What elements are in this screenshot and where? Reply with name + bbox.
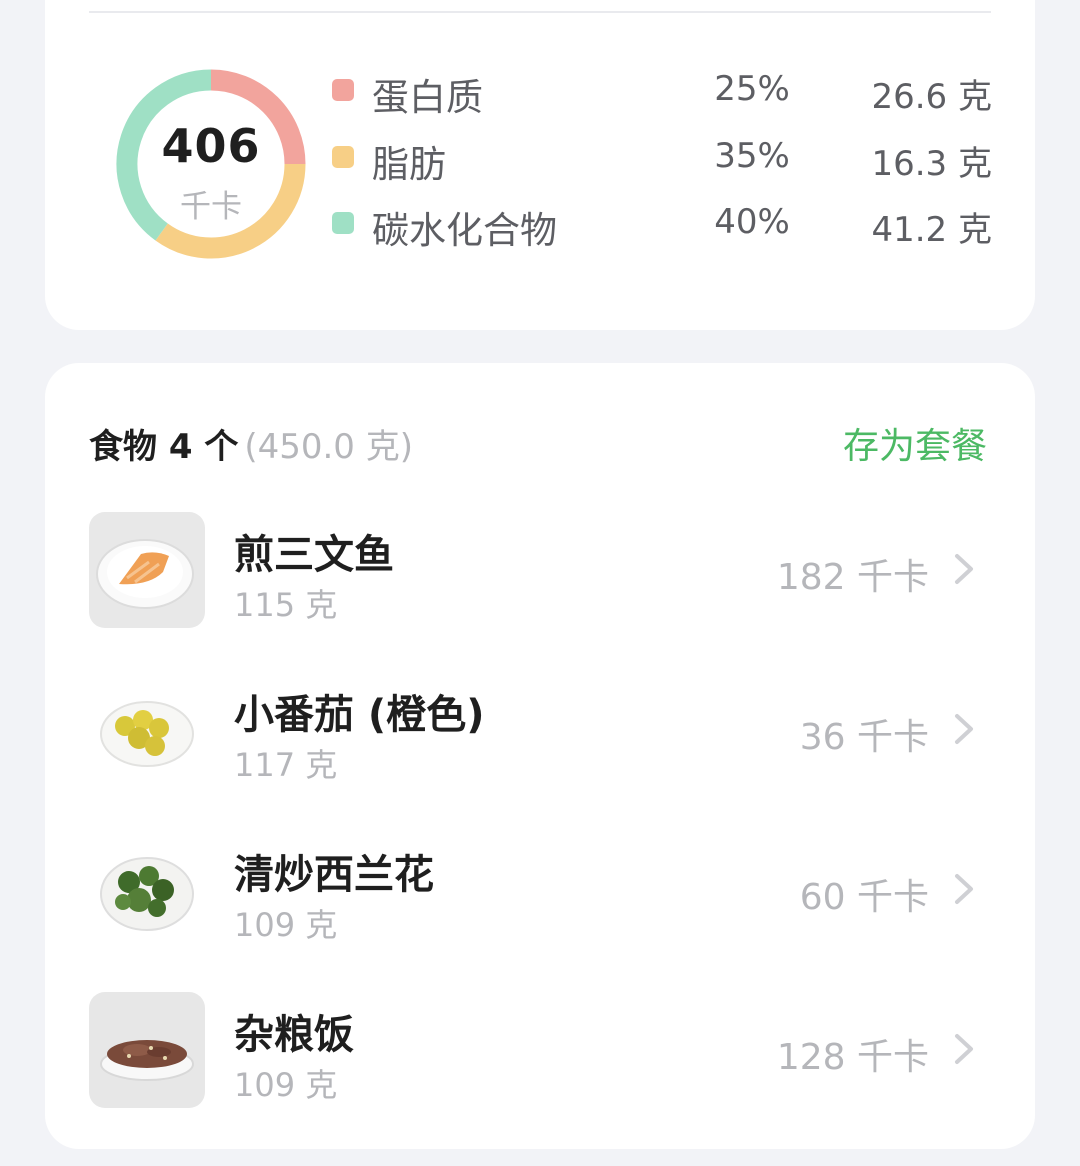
chevron-right-icon <box>955 714 973 744</box>
food-weight: 109 克 <box>234 1066 338 1104</box>
food-weight: 115 克 <box>234 586 338 624</box>
food-kcal: 36 千卡 <box>799 717 929 758</box>
food-weight: 117 克 <box>234 746 338 784</box>
macro-amount: 26.6 克 <box>871 77 992 117</box>
food-kcal: 128 千卡 <box>776 1037 929 1078</box>
salmon-plate-icon <box>89 512 205 628</box>
macro-row-fat: 脂肪 35% 16.3 克 <box>332 126 992 186</box>
macro-row-protein: 蛋白质 25% 26.6 克 <box>332 59 992 119</box>
food-name: 清炒西兰花 <box>234 852 434 898</box>
broccoli-plate-icon <box>89 832 205 948</box>
macro-percent: 35% <box>714 136 790 176</box>
macro-percent: 40% <box>714 202 790 242</box>
chevron-right-icon <box>955 1034 973 1064</box>
carbs-color-dot <box>332 212 354 234</box>
food-kcal: 60 千卡 <box>799 877 929 918</box>
chevron-right-icon <box>955 874 973 904</box>
save-as-meal-button[interactable]: 存为套餐 <box>843 417 987 469</box>
chevron-right-icon <box>955 554 973 584</box>
total-kcal-unit: 千卡 <box>180 189 242 225</box>
protein-color-dot <box>332 79 354 101</box>
rice-plate-icon <box>89 992 205 1108</box>
macro-percent: 25% <box>714 69 790 109</box>
tomato-plate-icon <box>89 672 205 788</box>
food-item-cherry-tomato[interactable]: 小番茄 (橙色) 117 克 36 千卡 <box>89 672 989 790</box>
macro-name: 碳水化合物 <box>372 209 557 252</box>
nutrition-summary-card: 406 千卡 蛋白质 25% 26.6 克 脂肪 35% 16.3 克 碳水化合… <box>45 0 1035 330</box>
total-kcal-value: 406 <box>161 119 261 173</box>
macro-amount: 16.3 克 <box>871 144 992 184</box>
fat-color-dot <box>332 146 354 168</box>
macro-name: 脂肪 <box>372 143 446 186</box>
macro-row-carbs: 碳水化合物 40% 41.2 克 <box>332 192 992 252</box>
macro-amount: 41.2 克 <box>871 210 992 250</box>
food-list-card: 食物 4 个(450.0 克) 存为套餐 煎三文鱼 115 克 182 千卡 <box>45 363 1035 1149</box>
food-name: 煎三文鱼 <box>234 532 394 578</box>
donut-center: 406 千卡 <box>116 69 306 259</box>
food-total-weight: (450.0 克) <box>244 427 414 467</box>
food-weight: 109 克 <box>234 906 338 944</box>
food-kcal: 182 千卡 <box>776 557 929 598</box>
food-item-salmon[interactable]: 煎三文鱼 115 克 182 千卡 <box>89 512 989 630</box>
food-list-header: 食物 4 个 (450.0 克) <box>89 419 413 468</box>
food-name: 杂粮饭 <box>234 1012 354 1058</box>
macro-name: 蛋白质 <box>372 76 483 119</box>
food-item-multigrain-rice[interactable]: 杂粮饭 109 克 128 千卡 <box>89 992 989 1110</box>
food-name: 小番茄 (橙色) <box>234 692 485 738</box>
food-item-broccoli[interactable]: 清炒西兰花 109 克 60 千卡 <box>89 832 989 950</box>
divider <box>89 11 991 13</box>
food-count-title: 食物 4 个 <box>89 427 239 467</box>
